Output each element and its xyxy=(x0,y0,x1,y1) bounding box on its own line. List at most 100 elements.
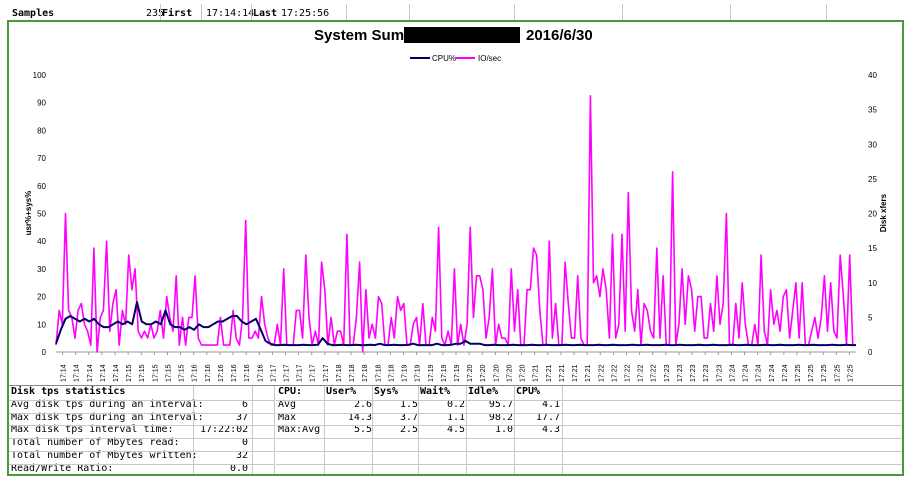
x-tick-label: 17:17 xyxy=(310,364,317,382)
x-tick-label: 17:15 xyxy=(179,364,186,382)
x-tick-label: 17:21 xyxy=(585,364,592,382)
x-tick-label: 17:14 xyxy=(87,364,94,382)
row-divider xyxy=(9,438,274,440)
x-tick-label: 17:23 xyxy=(664,364,671,382)
x-tick-label: 17:24 xyxy=(756,364,763,382)
x-tick-label: 17:18 xyxy=(388,364,395,382)
y2-tick-label: 0 xyxy=(868,348,873,357)
x-tick-label: 17:15 xyxy=(165,364,172,382)
x-tick-label: 17:14 xyxy=(74,364,81,382)
x-tick-label: 17:18 xyxy=(375,364,382,382)
y-tick-label: 30 xyxy=(37,265,46,274)
y-tick-label: 50 xyxy=(37,210,46,219)
x-tick-label: 17:22 xyxy=(651,364,658,382)
x-tick-label: 17:21 xyxy=(559,364,566,382)
x-tick-label: 17:25 xyxy=(834,364,841,382)
x-tick-label: 17:23 xyxy=(703,364,710,382)
x-tick-label: 17:16 xyxy=(257,364,264,382)
x-tick-label: 17:18 xyxy=(362,364,369,382)
x-tick-label: 17:18 xyxy=(336,364,343,382)
row-divider xyxy=(9,399,274,401)
x-tick-label: 17:20 xyxy=(480,364,487,382)
x-tick-label: 17:23 xyxy=(716,364,723,382)
x-tick-label: 17:19 xyxy=(428,364,435,382)
axes-layer: 0 10 20 30 40 50 60 70 80 90 100 0 5 10 15 20 25 30 35 40 17… xyxy=(33,71,878,382)
row-divider xyxy=(9,412,274,414)
x-tick-label: 17:17 xyxy=(297,364,304,382)
y-tick-label: 60 xyxy=(37,182,46,191)
x-tick-label: 17:25 xyxy=(847,364,854,382)
title-layer: System Summary 2016/6/30 xyxy=(314,27,593,44)
x-tick-label: 17:23 xyxy=(690,364,697,382)
x-tick-label: 17:20 xyxy=(467,364,474,382)
x-tick-label: 17:16 xyxy=(244,364,251,382)
cpu-stat-header: CPU% xyxy=(516,386,541,397)
y2-tick-label: 35 xyxy=(868,106,877,115)
col-divider xyxy=(274,386,275,474)
x-tick-label: 17:17 xyxy=(284,364,291,382)
x-tick-label: 17:20 xyxy=(493,364,500,382)
x-tick-label: 17:14 xyxy=(61,364,68,382)
y-tick-label: 0 xyxy=(42,348,47,357)
x-tick-label: 17:15 xyxy=(152,364,159,382)
x-tick-label: 17:19 xyxy=(441,364,448,382)
y-tick-label: 40 xyxy=(37,237,46,246)
x-tick-label: 17:16 xyxy=(231,364,238,382)
x-tick-label: 17:21 xyxy=(572,364,579,382)
x-tick-label: 17:18 xyxy=(349,364,356,382)
x-tick-label: 17:22 xyxy=(598,364,605,382)
x-tick-label: 17:22 xyxy=(638,364,645,382)
x-tick-label: 17:24 xyxy=(782,364,789,382)
cpu-stat-header: CPU: xyxy=(278,386,303,397)
row-divider xyxy=(9,463,274,465)
x-tick-label: 17:21 xyxy=(533,364,540,382)
y2-tick-label: 25 xyxy=(868,175,877,184)
row-divider xyxy=(276,412,902,414)
series-line-io xyxy=(55,95,856,353)
x-tick-label: 17:22 xyxy=(624,364,631,382)
x-tick-label: 17:22 xyxy=(611,364,618,382)
col-divider xyxy=(252,386,253,474)
row-divider xyxy=(276,463,902,465)
x-tick-label: 17:19 xyxy=(415,364,422,382)
x-tick-label: 17:16 xyxy=(205,364,212,382)
row-divider xyxy=(9,425,274,427)
y-tick-label: 10 xyxy=(37,320,46,329)
y2-tick-label: 10 xyxy=(868,279,877,288)
y2-tick-label: 5 xyxy=(868,313,873,322)
legend-io-label: IO/sec xyxy=(478,54,501,63)
x-tick-label: 17:25 xyxy=(808,364,815,382)
x-tick-label: 17:20 xyxy=(506,364,513,382)
x-tick-label: 17:17 xyxy=(270,364,277,382)
row-divider xyxy=(9,451,274,452)
x-tick-label: 17:24 xyxy=(769,364,776,382)
col-divider xyxy=(193,386,194,474)
row-divider xyxy=(276,451,902,452)
row-divider xyxy=(276,438,902,440)
y-tick-label: 20 xyxy=(37,293,46,302)
x-tick-label: 17:14 xyxy=(113,364,120,382)
cpu-stat-header: Wait% xyxy=(420,386,451,397)
y2-tick-label: 15 xyxy=(868,244,877,253)
cpu-stat-header: Idle% xyxy=(468,386,499,397)
row-divider xyxy=(276,425,902,427)
x-tick-label: 17:24 xyxy=(743,364,750,382)
chart-legend: CPU% IO/sec xyxy=(410,54,501,63)
redacted-box xyxy=(404,27,520,43)
y2-tick-label: 20 xyxy=(868,210,877,219)
x-tick-label: 17:16 xyxy=(218,364,225,382)
x-tick-label: 17:16 xyxy=(192,364,199,382)
x-tick-label: 17:15 xyxy=(139,364,146,382)
y2-tick-label: 40 xyxy=(868,71,877,80)
x-tick-label: 17:25 xyxy=(821,364,828,382)
legend-cpu-label: CPU% xyxy=(432,54,456,63)
table-top-border xyxy=(9,385,902,386)
x-tick-label: 17:20 xyxy=(520,364,527,382)
y-tick-label: 100 xyxy=(33,71,47,80)
cpu-stat-header: Sys% xyxy=(374,386,399,397)
x-tick-label: 17:14 xyxy=(100,364,107,382)
chart-title-date: 2016/6/30 xyxy=(526,27,593,44)
y-axis-label: usr%+sys% xyxy=(24,191,33,236)
x-tick-label: 17:23 xyxy=(677,364,684,382)
x-tick-label: 17:24 xyxy=(729,364,736,382)
